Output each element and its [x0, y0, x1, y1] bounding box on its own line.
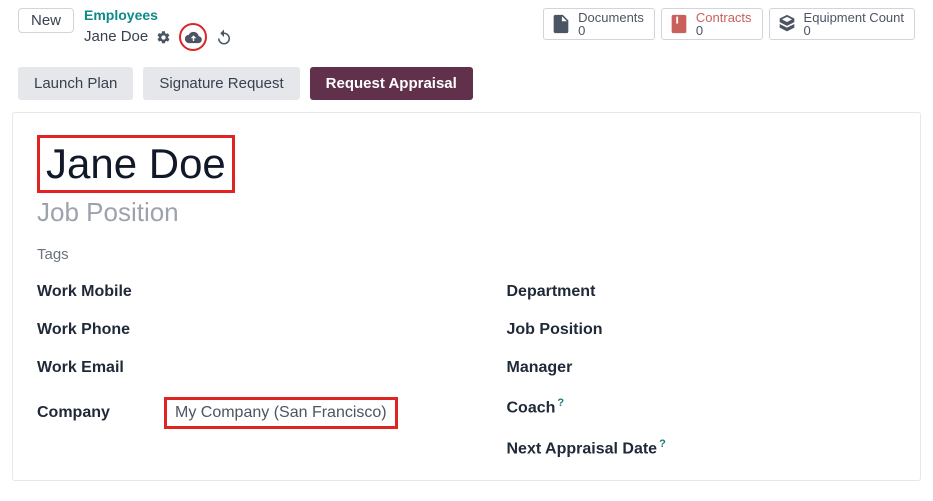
equipment-count: 0 [804, 24, 904, 37]
company-value-highlight: My Company (San Francisco) [164, 397, 398, 429]
manager-label: Manager [507, 359, 622, 377]
top-bar: New Employees Jane Doe Documents 0 Contr… [0, 0, 933, 59]
department-label: Department [507, 283, 622, 301]
equipment-stat[interactable]: Equipment Count 0 [769, 8, 915, 40]
next-appraisal-date-row: Next Appraisal Date? [507, 438, 897, 458]
employee-name[interactable]: Jane Doe [40, 138, 232, 190]
new-button[interactable]: New [18, 8, 74, 33]
company-label: Company [37, 404, 152, 422]
job-position-placeholder[interactable]: Job Position [37, 197, 896, 228]
action-row: Launch Plan Signature Request Request Ap… [0, 59, 933, 112]
documents-count: 0 [578, 24, 644, 37]
job-position-label: Job Position [507, 321, 622, 339]
book-icon [668, 13, 690, 35]
work-email-label: Work Email [37, 359, 152, 377]
department-row: Department [507, 283, 897, 301]
documents-label: Documents [578, 11, 644, 24]
work-phone-row: Work Phone [37, 321, 427, 339]
manager-row: Manager [507, 359, 897, 377]
tags-label[interactable]: Tags [37, 246, 896, 263]
gear-icon[interactable] [156, 30, 171, 45]
work-mobile-row: Work Mobile [37, 283, 427, 301]
help-icon[interactable]: ? [557, 397, 564, 409]
breadcrumb-root[interactable]: Employees [84, 8, 233, 23]
employee-form-card: Jane Doe Job Position Tags Work Mobile W… [12, 112, 921, 481]
help-icon[interactable]: ? [659, 438, 666, 450]
cloud-save-button[interactable] [179, 23, 207, 51]
cubes-icon [776, 13, 798, 35]
name-highlight: Jane Doe [37, 135, 235, 193]
stat-boxes: Documents 0 Contracts 0 Equipment Count … [543, 8, 915, 40]
documents-stat-text: Documents 0 [578, 11, 644, 37]
company-value[interactable]: My Company (San Francisco) [175, 404, 387, 421]
coach-row: Coach? [507, 397, 897, 417]
coach-label: Coach? [507, 397, 622, 417]
next-appraisal-date-label: Next Appraisal Date? [507, 438, 687, 458]
file-icon [550, 13, 572, 35]
job-position-row: Job Position [507, 321, 897, 339]
breadcrumb-current-row: Jane Doe [84, 23, 233, 51]
fields-column-left: Work Mobile Work Phone Work Email Compan… [37, 283, 427, 458]
launch-plan-button[interactable]: Launch Plan [18, 67, 133, 100]
company-row: Company My Company (San Francisco) [37, 397, 427, 429]
work-phone-label: Work Phone [37, 321, 152, 339]
breadcrumb-area: Employees Jane Doe [84, 8, 233, 51]
work-mobile-label: Work Mobile [37, 283, 152, 301]
signature-request-button[interactable]: Signature Request [143, 67, 299, 100]
documents-stat[interactable]: Documents 0 [543, 8, 655, 40]
contracts-stat-text: Contracts 0 [696, 11, 752, 37]
equipment-stat-text: Equipment Count 0 [804, 11, 904, 37]
contracts-label: Contracts [696, 11, 752, 24]
discard-icon[interactable] [215, 28, 233, 46]
contracts-count: 0 [696, 24, 752, 37]
fields-grid: Work Mobile Work Phone Work Email Compan… [37, 283, 896, 458]
contracts-stat[interactable]: Contracts 0 [661, 8, 763, 40]
request-appraisal-button[interactable]: Request Appraisal [310, 67, 473, 100]
work-email-row: Work Email [37, 359, 427, 377]
breadcrumb-current: Jane Doe [84, 29, 148, 46]
cloud-upload-icon [185, 29, 202, 46]
fields-column-right: Department Job Position Manager Coach? N… [507, 283, 897, 458]
equipment-label: Equipment Count [804, 11, 904, 24]
